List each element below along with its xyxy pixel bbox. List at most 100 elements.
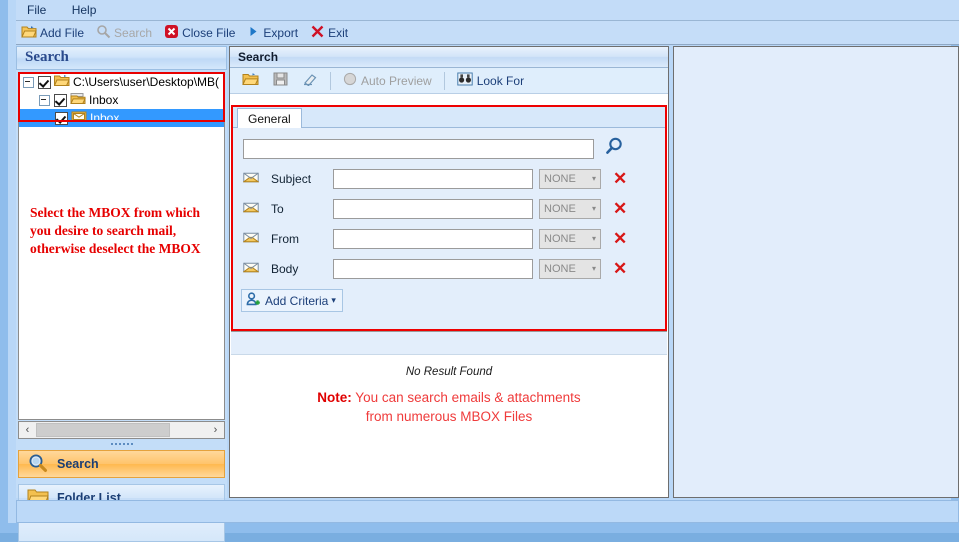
- look-for-button[interactable]: Look For: [451, 71, 530, 90]
- save-search-button[interactable]: [267, 71, 294, 90]
- scroll-left-arrow-icon[interactable]: ‹: [19, 422, 36, 438]
- expander-icon[interactable]: [39, 94, 50, 106]
- nav-button-search[interactable]: Search: [18, 450, 225, 478]
- close-x-icon: [164, 24, 179, 42]
- criteria-row: From NONE ▾ ✕: [233, 226, 665, 251]
- search-button[interactable]: Search: [91, 23, 159, 43]
- note-line-2: from numerous MBOX Files: [365, 409, 533, 424]
- criteria-condition-from[interactable]: NONE ▾: [539, 228, 601, 249]
- chevron-down-icon: ▾: [591, 204, 596, 213]
- checkbox-inbox[interactable]: [55, 111, 68, 125]
- magnifier-icon: [96, 24, 111, 42]
- criteria-input-from[interactable]: [333, 228, 533, 249]
- scrollbar-track[interactable]: [36, 422, 207, 438]
- status-bar: [16, 500, 959, 523]
- tree-node-inbox-label: Inbox: [90, 111, 120, 125]
- exit-x-icon: [310, 24, 325, 42]
- play-triangle-icon: [247, 24, 260, 42]
- scrollbar-thumb[interactable]: [36, 423, 170, 437]
- folder-open-icon: [53, 74, 70, 90]
- clear-search-button[interactable]: [296, 71, 324, 90]
- criteria-label-from: From: [271, 231, 299, 246]
- delete-criteria-to[interactable]: ✕: [613, 200, 627, 217]
- criteria-condition-to[interactable]: NONE ▾: [539, 198, 601, 219]
- tree-node-root[interactable]: C:\Users\user\Desktop\MB(: [19, 73, 224, 91]
- open-search-button[interactable]: [236, 71, 265, 90]
- criteria-condition-subject[interactable]: NONE ▾: [539, 168, 601, 189]
- checkbox-root[interactable]: [38, 75, 51, 89]
- criteria-condition-to-value: NONE: [544, 202, 576, 215]
- add-criteria-button[interactable]: Add Criteria ▾: [241, 289, 343, 312]
- criteria-row: To NONE ▾ ✕: [233, 196, 665, 221]
- folder-stack-icon: [70, 92, 86, 108]
- search-label: Search: [114, 25, 153, 40]
- delete-criteria-from[interactable]: ✕: [613, 230, 627, 247]
- criteria-label-body: Body: [271, 261, 299, 276]
- result-area: No Result Found Note: You can search ema…: [231, 355, 667, 496]
- add-person-icon: [246, 292, 262, 309]
- preview-panel: [673, 46, 959, 498]
- criteria-input-subject[interactable]: [333, 168, 533, 189]
- main-toolbar: Add File Search Close File Export Exit: [16, 21, 959, 45]
- binoculars-icon: [457, 72, 473, 89]
- search-input[interactable]: [243, 138, 594, 159]
- center-panel: Search Auto Preview Look For General Sub…: [229, 46, 669, 498]
- radio-circle-icon: [343, 72, 357, 89]
- scroll-right-arrow-icon[interactable]: ›: [207, 422, 224, 438]
- criteria-condition-body[interactable]: NONE ▾: [539, 258, 601, 279]
- tree-node-inbox-parent-label: Inbox: [89, 93, 119, 107]
- add-file-button[interactable]: Add File: [16, 23, 91, 43]
- no-result-text: No Result Found: [405, 366, 493, 378]
- menu-file[interactable]: File: [16, 0, 57, 20]
- save-disk-icon: [273, 72, 288, 89]
- note-line-1: You can search emails & attachments: [351, 390, 581, 405]
- criteria-condition-subject-value: NONE: [544, 172, 576, 185]
- expander-icon[interactable]: [23, 76, 34, 88]
- mail-folder-icon: [71, 110, 87, 126]
- magnifier-icon[interactable]: [604, 136, 626, 161]
- checkbox-inbox-parent[interactable]: [54, 93, 67, 107]
- criteria-input-body[interactable]: [333, 258, 533, 279]
- menu-help[interactable]: Help: [61, 0, 108, 20]
- add-criteria-label: Add Criteria: [265, 293, 329, 308]
- auto-preview-toggle[interactable]: Auto Preview: [337, 71, 438, 90]
- criteria-condition-from-value: NONE: [544, 232, 576, 245]
- criteria-row: Body NONE ▾ ✕: [233, 256, 665, 281]
- tab-strip: General: [233, 107, 665, 128]
- open-folder-icon: [242, 72, 259, 89]
- eraser-icon: [302, 72, 318, 89]
- toolbar-separator: [330, 71, 331, 90]
- note-prefix: Note:: [317, 390, 352, 405]
- export-button[interactable]: Export: [242, 23, 305, 43]
- envelope-icon: [242, 261, 261, 276]
- tree-node-inbox-parent[interactable]: Inbox: [19, 91, 224, 109]
- keyword-search-row: [233, 136, 665, 161]
- envelope-icon: [242, 171, 261, 186]
- tab-general[interactable]: General: [237, 108, 302, 128]
- envelope-icon: [242, 231, 261, 246]
- criteria-row: Subject NONE ▾ ✕: [233, 166, 665, 191]
- chevron-down-icon: ▾: [331, 295, 336, 305]
- menu-bar: File Help: [16, 0, 959, 21]
- exit-label: Exit: [328, 25, 349, 40]
- delete-criteria-body[interactable]: ✕: [613, 260, 627, 277]
- exit-button[interactable]: Exit: [305, 23, 355, 43]
- result-note: Note: You can search emails & attachment…: [231, 388, 667, 426]
- envelope-icon: [242, 201, 261, 216]
- search-toolbar: Auto Preview Look For: [230, 68, 668, 94]
- criteria-label-to: To: [271, 201, 284, 216]
- magnifier-icon: [27, 453, 49, 476]
- tree-horizontal-scrollbar[interactable]: ‹ ›: [18, 421, 225, 439]
- tree-node-inbox-selected[interactable]: Inbox: [19, 109, 224, 127]
- add-file-label: Add File: [40, 25, 85, 40]
- application-window: File Help Add File Search Close File Exp…: [0, 0, 959, 542]
- chevron-down-icon: ▾: [591, 234, 596, 243]
- center-panel-title: Search: [230, 47, 668, 68]
- delete-criteria-subject[interactable]: ✕: [613, 170, 627, 187]
- close-file-button[interactable]: Close File: [159, 23, 242, 43]
- criteria-input-to[interactable]: [333, 198, 533, 219]
- look-for-label: Look For: [476, 73, 525, 88]
- left-panel-title: Search: [16, 46, 227, 70]
- splitter-gripper[interactable]: [18, 440, 225, 448]
- chevron-down-icon: ▾: [591, 174, 596, 183]
